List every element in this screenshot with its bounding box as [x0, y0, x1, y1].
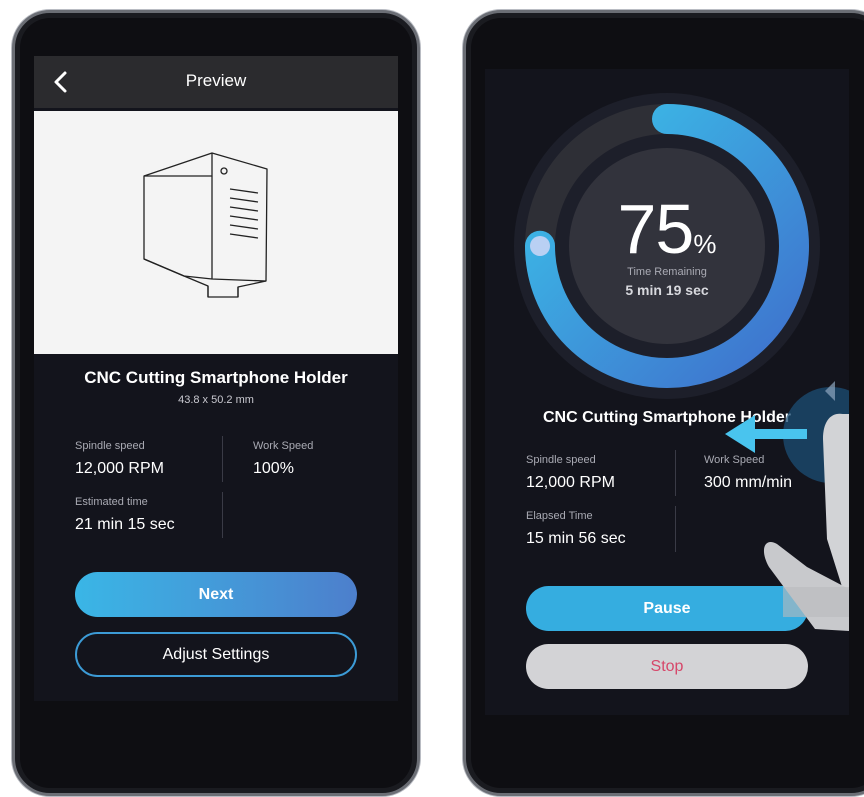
- phone-holder-sketch: [143, 152, 268, 298]
- estimated-time-value: 21 min 15 sec: [75, 516, 175, 533]
- swipe-gesture-overlay: [725, 381, 849, 631]
- stats-divider: [222, 492, 223, 538]
- work-speed-label: Work Speed: [253, 440, 314, 452]
- next-button[interactable]: Next: [75, 572, 357, 617]
- spindle-speed-value: 12,000 RPM: [75, 460, 164, 477]
- project-title: CNC Cutting Smartphone Holder: [84, 368, 348, 387]
- progress-screen: 75% Time Remaining 5 min 19 sec CNC Cutt…: [485, 69, 849, 715]
- adjust-settings-button[interactable]: Adjust Settings: [75, 632, 357, 677]
- preview-screen: Preview CNC Cutting Smartphone Holder 43…: [34, 56, 398, 701]
- stats-divider: [222, 436, 223, 482]
- page-title: Preview: [185, 71, 247, 90]
- model-preview-image: [34, 111, 398, 354]
- project-dimensions: 43.8 x 50.2 mm: [178, 394, 254, 406]
- app-bar: Preview: [34, 56, 398, 108]
- work-speed-value: 100%: [253, 460, 294, 477]
- spindle-speed-label: Spindle speed: [75, 440, 145, 452]
- estimated-time-label: Estimated time: [75, 496, 148, 508]
